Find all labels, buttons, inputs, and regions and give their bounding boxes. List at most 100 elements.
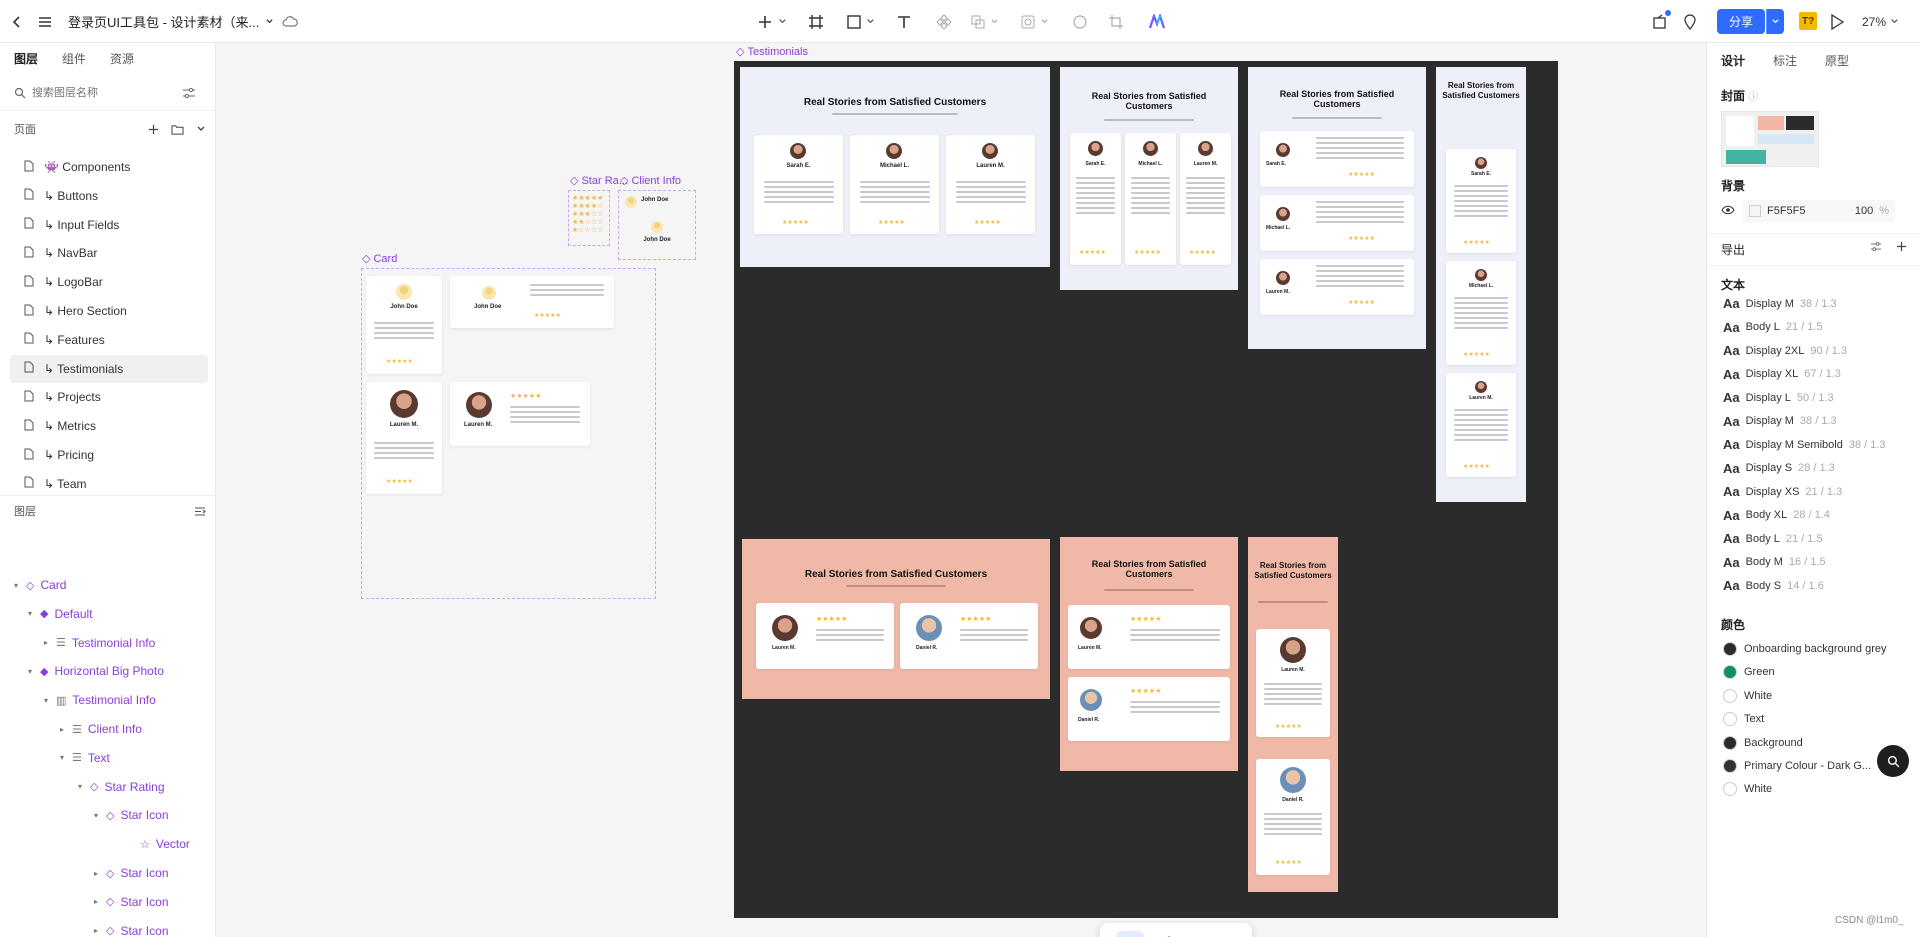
caret-down-icon[interactable]: ▾ xyxy=(60,753,72,762)
floating-search-button[interactable] xyxy=(1877,745,1909,777)
text-style-item[interactable]: Aa Body L 21 / 1.5 xyxy=(1723,531,1823,546)
caret-down-icon[interactable]: ▾ xyxy=(28,609,40,618)
testimonial-board-peach-1[interactable]: Real Stories from Satisfied Customers La… xyxy=(742,539,1050,699)
testimonial-card[interactable]: Sarah E. ★★★★★ xyxy=(1446,149,1516,253)
back-icon[interactable] xyxy=(10,0,24,43)
testimonial-card[interactable]: Sarah E. ★★★★★ xyxy=(754,135,843,234)
text-style-item[interactable]: Aa Body M 16 / 1.5 xyxy=(1723,555,1826,570)
color-style-item[interactable]: Text xyxy=(1723,712,1764,727)
testimonial-card[interactable]: Lauren M. ★★★★★ xyxy=(1446,373,1516,477)
color-style-item[interactable]: Onboarding background grey xyxy=(1723,642,1886,656)
ellipse-icon[interactable] xyxy=(1072,0,1088,43)
layer-item[interactable]: ▸ ◇ Star Icon xyxy=(94,888,169,916)
caret-right-icon[interactable]: ▸ xyxy=(94,897,106,906)
rectangle-tool-icon[interactable] xyxy=(846,0,875,43)
tab-annotate[interactable]: 标注 xyxy=(1773,52,1797,69)
layer-item[interactable]: ▸ ◇ Star Icon xyxy=(94,859,169,887)
plugin-badge[interactable]: T? xyxy=(1799,12,1818,30)
page-item[interactable]: ↳ Team xyxy=(10,470,208,498)
testimonial-card[interactable]: Lauren M. ★★★★★ xyxy=(1180,133,1231,265)
location-icon[interactable] xyxy=(1683,0,1697,43)
add-icon[interactable] xyxy=(756,0,787,43)
frame-label-card[interactable]: ◇ Card xyxy=(362,252,397,266)
page-item[interactable]: ↳ Input Fields xyxy=(10,211,208,239)
background-color-field[interactable]: F5F5F5 100 % xyxy=(1743,200,1895,222)
cover-thumbnail[interactable] xyxy=(1721,111,1819,167)
card-component-frame[interactable]: John Doe ★★★★★ John Doe ★★★★★ Lauren M. … xyxy=(361,268,656,599)
text-style-item[interactable]: Aa Display XL 67 / 1.3 xyxy=(1723,367,1841,382)
color-style-item[interactable]: Background xyxy=(1723,735,1803,750)
eye-icon[interactable] xyxy=(1721,205,1735,218)
testimonial-card[interactable]: Lauren M. ★★★★★ xyxy=(756,603,894,669)
menu-icon[interactable] xyxy=(38,0,52,43)
text-style-item[interactable]: Aa Body XL 28 / 1.4 xyxy=(1723,508,1830,523)
text-style-item[interactable]: Aa Body S 14 / 1.6 xyxy=(1723,578,1824,593)
layer-item[interactable]: ▾ ☰ Text xyxy=(60,744,110,772)
layer-item[interactable]: ▸ ☰ Testimonial Info xyxy=(44,629,155,657)
testimonial-board-light-4[interactable]: Real Stories from Satisfied Customers Sa… xyxy=(1436,67,1526,502)
text-style-item[interactable]: Aa Display S 28 / 1.3 xyxy=(1723,461,1835,476)
testimonial-card[interactable]: Daniel R. ★★★★★ xyxy=(900,603,1038,669)
color-style-item[interactable]: Primary Colour - Dark G... xyxy=(1723,759,1871,773)
add-page-icon[interactable] xyxy=(148,124,159,135)
folder-icon[interactable] xyxy=(171,124,184,135)
testimonial-card[interactable]: Sarah E. ★★★★★ xyxy=(1070,133,1121,265)
tab-layers[interactable]: 图层 xyxy=(14,50,38,67)
layer-item[interactable]: ▾ ▥ Testimonial Info xyxy=(44,686,156,714)
color-style-item[interactable]: Green xyxy=(1723,665,1775,680)
layer-item[interactable]: ▸ ◇ Star Icon xyxy=(94,917,169,937)
testimonial-card[interactable]: Sarah E. ★★★★★ xyxy=(1260,131,1414,187)
cursor-tool-icon[interactable] xyxy=(1116,931,1145,937)
text-style-item[interactable]: Aa Display M 38 / 1.3 xyxy=(1723,296,1837,311)
layer-item[interactable]: ▾ ◆ Horizontal Big Photo xyxy=(28,657,164,685)
color-style-item[interactable]: White xyxy=(1723,782,1772,797)
background-hex[interactable]: F5F5F5 xyxy=(1767,205,1806,217)
page-item[interactable]: ↳ Testimonials xyxy=(10,354,208,383)
testimonial-card[interactable]: Michael L. ★★★★★ xyxy=(1260,195,1414,251)
caret-down-icon[interactable]: ▾ xyxy=(28,667,40,676)
testimonial-card[interactable]: Michael L. ★★★★★ xyxy=(850,135,939,234)
testimonials-frame[interactable]: Real Stories from Satisfied Customers Sa… xyxy=(734,61,1558,918)
notification-icon[interactable] xyxy=(1652,0,1671,43)
collapse-all-icon[interactable] xyxy=(194,506,206,517)
card-variant-horizontal[interactable]: John Doe ★★★★★ xyxy=(450,276,614,328)
page-item[interactable]: ↳ Metrics xyxy=(10,412,208,440)
page-item[interactable]: ↳ Features xyxy=(10,326,208,354)
testimonial-card[interactable]: Lauren M. ★★★★★ xyxy=(946,135,1035,234)
testimonial-card[interactable]: Daniel R. ★★★★★ xyxy=(1068,677,1230,741)
color-style-item[interactable]: White xyxy=(1723,688,1772,703)
layer-item[interactable]: ☆ Vector xyxy=(128,830,190,858)
page-item[interactable]: ↳ Buttons xyxy=(10,182,208,210)
caret-down-icon[interactable]: ▾ xyxy=(78,782,90,791)
page-item[interactable]: 👾 Components xyxy=(10,153,208,181)
mask-icon[interactable] xyxy=(1020,0,1049,43)
layer-search[interactable] xyxy=(14,83,206,103)
client-info-component[interactable]: John Doe John Doe xyxy=(618,190,696,260)
background-opacity[interactable]: 100 xyxy=(1855,205,1873,217)
canvas[interactable]: ◇ Testimonials Real Stories from Satisfi… xyxy=(216,43,1706,937)
text-style-item[interactable]: Aa Display 2XL 90 / 1.3 xyxy=(1723,343,1847,358)
caret-right-icon[interactable]: ▸ xyxy=(44,638,56,647)
ai-plugin-icon[interactable] xyxy=(1148,0,1166,43)
text-style-item[interactable]: Aa Display M 38 / 1.3 xyxy=(1723,414,1837,429)
testimonial-board-light-3[interactable]: Real Stories from Satisfied Customers Sa… xyxy=(1248,67,1426,349)
frame-label-client-info[interactable]: ◇ Client Info xyxy=(620,174,681,188)
testimonial-card[interactable]: Michael L. ★★★★★ xyxy=(1125,133,1176,265)
testimonial-card[interactable]: Lauren M. ★★★★★ xyxy=(1068,605,1230,669)
frame-label-testimonials[interactable]: ◇ Testimonials xyxy=(736,45,808,59)
layer-item[interactable]: ▾ ◆ Default xyxy=(28,600,93,628)
testimonial-board-light-2[interactable]: Real Stories from Satisfied Customers Sa… xyxy=(1060,67,1238,290)
testimonial-card[interactable]: Lauren M. ★★★★★ xyxy=(1256,629,1330,737)
search-input[interactable] xyxy=(32,87,182,99)
frame-tool-icon[interactable] xyxy=(808,0,824,43)
page-item[interactable]: ↳ NavBar xyxy=(10,239,208,267)
tab-components[interactable]: 组件 xyxy=(62,50,86,67)
star-rating-component[interactable]: ★★★★★ ★★★★☆ ★★★☆☆ ★★☆☆☆ ★☆☆☆☆ xyxy=(568,190,610,246)
share-button[interactable]: 分享 xyxy=(1717,9,1766,34)
tab-design[interactable]: 设计 xyxy=(1721,52,1745,69)
testimonial-board-peach-3[interactable]: Real Stories from Satisfied Customers La… xyxy=(1248,537,1338,892)
page-item[interactable]: ↳ Projects xyxy=(10,383,208,411)
card-variant-big-photo[interactable]: Lauren M. ★★★★★ xyxy=(366,382,442,494)
caret-right-icon[interactable]: ▸ xyxy=(60,725,72,734)
component-icon[interactable] xyxy=(936,0,952,43)
